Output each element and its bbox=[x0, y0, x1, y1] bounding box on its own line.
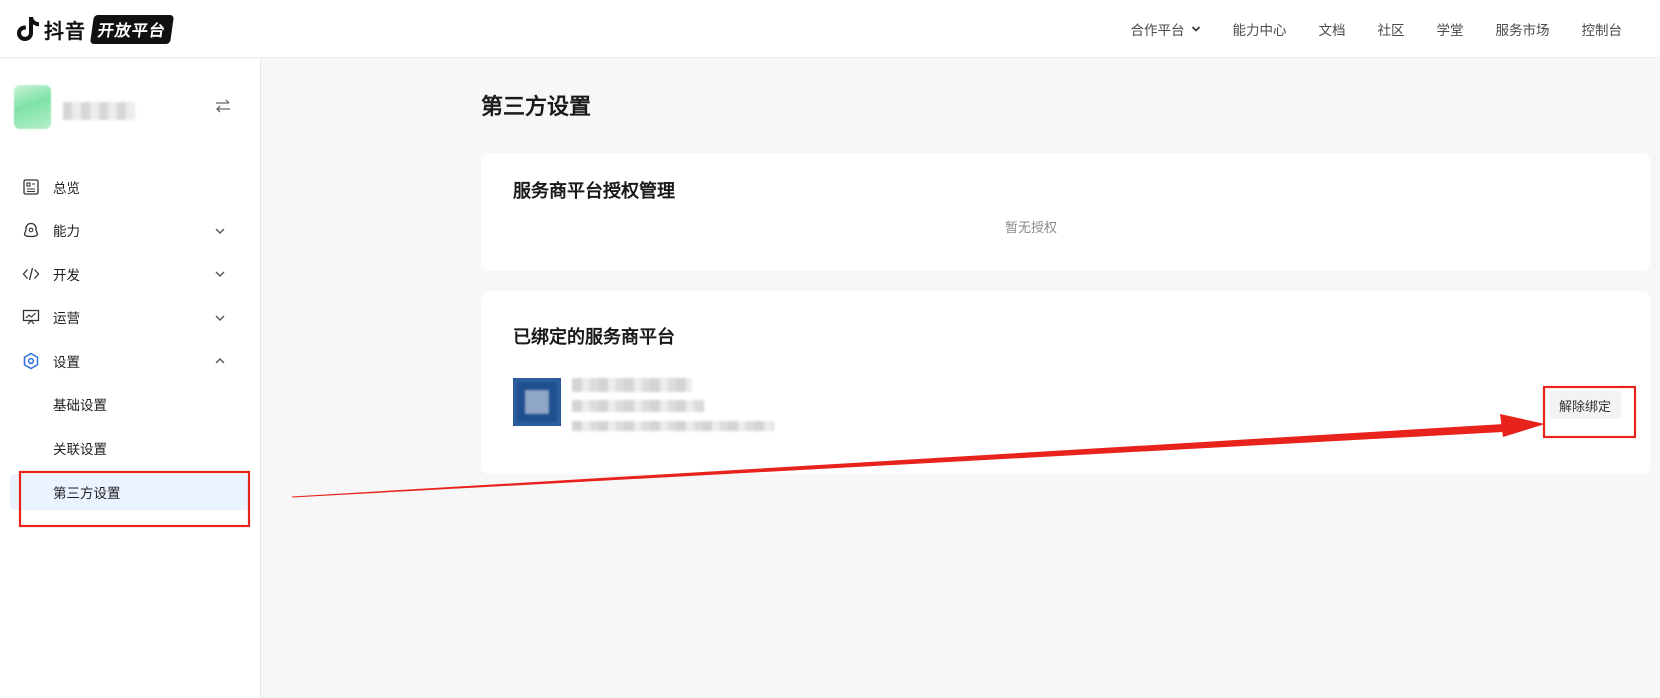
nav-label: 控制台 bbox=[1581, 23, 1623, 39]
nav-service-market[interactable]: 服务市场 bbox=[1496, 19, 1550, 39]
sidebar-item-label: 总览 bbox=[53, 180, 80, 197]
chevron-up-icon bbox=[215, 358, 225, 364]
nav-label: 学堂 bbox=[1436, 23, 1464, 39]
nav-partner-platform[interactable]: 合作平台 bbox=[1131, 19, 1201, 39]
douyin-open-platform-logo[interactable]: 抖音 开放平台 bbox=[14, 13, 175, 45]
app-name-redacted bbox=[63, 102, 135, 120]
nav-label: 合作平台 bbox=[1130, 23, 1185, 39]
capability-icon bbox=[23, 223, 39, 238]
nav-docs[interactable]: 文档 bbox=[1319, 19, 1346, 39]
overview-icon bbox=[23, 179, 39, 195]
top-nav: 合作平台 能力中心 文档 社区 学堂 服务市场 控制台 bbox=[1099, 0, 1623, 58]
card-title: 已绑定的服务商平台 bbox=[513, 327, 675, 348]
douyin-note-icon bbox=[17, 17, 39, 41]
card-title: 服务商平台授权管理 bbox=[513, 181, 675, 202]
switch-arrows-icon[interactable] bbox=[214, 99, 232, 113]
app-card[interactable] bbox=[14, 85, 244, 129]
sidebar-item-label: 能力 bbox=[53, 224, 80, 241]
page-title: 第三方设置 bbox=[481, 95, 592, 120]
sidebar-subitem-link-settings[interactable]: 关联设置 bbox=[0, 426, 261, 470]
provider-name-redacted bbox=[572, 378, 692, 392]
sidebar-subitem-basic-settings[interactable]: 基础设置 bbox=[0, 383, 261, 427]
bound-providers-card: 已绑定的服务商平台 解除绑定 bbox=[481, 291, 1650, 474]
sidebar-item-develop[interactable]: 开发 bbox=[0, 252, 261, 296]
nav-label: 社区 bbox=[1377, 23, 1405, 39]
authorization-card: 服务商平台授权管理 暂无授权 bbox=[481, 153, 1650, 271]
sidebar-subitem-third-party-settings[interactable]: 第三方设置 bbox=[10, 473, 249, 510]
chevron-down-icon bbox=[215, 315, 225, 321]
chevron-down-icon bbox=[215, 271, 225, 277]
sidebar-item-label: 设置 bbox=[53, 354, 80, 371]
provider-subtitle-redacted bbox=[572, 400, 704, 412]
sidebar-item-label: 运营 bbox=[53, 311, 80, 328]
nav-console[interactable]: 控制台 bbox=[1582, 19, 1623, 39]
empty-state-text: 暂无授权 bbox=[1004, 221, 1057, 236]
sidebar-item-capability[interactable]: 能力 bbox=[0, 209, 261, 253]
provider-detail-redacted bbox=[572, 421, 774, 431]
operations-icon bbox=[22, 310, 40, 325]
sidebar-item-settings[interactable]: 设置 bbox=[0, 339, 261, 383]
sidebar-item-operations[interactable]: 运营 bbox=[0, 296, 261, 340]
sidebar: 总览 能力 开发 运营 设置 基础设置 关联设置 第三方设置 bbox=[0, 59, 261, 698]
nav-community[interactable]: 社区 bbox=[1378, 19, 1405, 39]
nav-label: 能力中心 bbox=[1232, 23, 1287, 39]
nav-label: 文档 bbox=[1318, 23, 1346, 39]
code-icon bbox=[22, 267, 40, 280]
logo-text: 抖音 bbox=[44, 18, 86, 43]
nav-label: 服务市场 bbox=[1495, 23, 1550, 39]
sidebar-item-label: 开发 bbox=[53, 267, 80, 284]
app-avatar bbox=[14, 85, 51, 129]
provider-logo-mark bbox=[525, 390, 549, 414]
unbind-button[interactable]: 解除绑定 bbox=[1549, 391, 1621, 419]
provider-logo bbox=[513, 378, 561, 426]
settings-icon bbox=[23, 352, 39, 370]
chevron-down-icon bbox=[1191, 26, 1200, 32]
top-bar: 抖音 开放平台 合作平台 能力中心 文档 社区 学堂 服务市场 控制台 bbox=[0, 0, 1660, 58]
nav-capability-center[interactable]: 能力中心 bbox=[1233, 19, 1287, 39]
chevron-down-icon bbox=[215, 228, 225, 234]
sidebar-menu: 总览 能力 开发 运营 设置 基础设置 关联设置 第三方设置 bbox=[0, 165, 261, 510]
sidebar-item-overview[interactable]: 总览 bbox=[0, 165, 261, 209]
logo-badge: 开放平台 bbox=[89, 14, 175, 44]
nav-academy[interactable]: 学堂 bbox=[1437, 19, 1464, 39]
